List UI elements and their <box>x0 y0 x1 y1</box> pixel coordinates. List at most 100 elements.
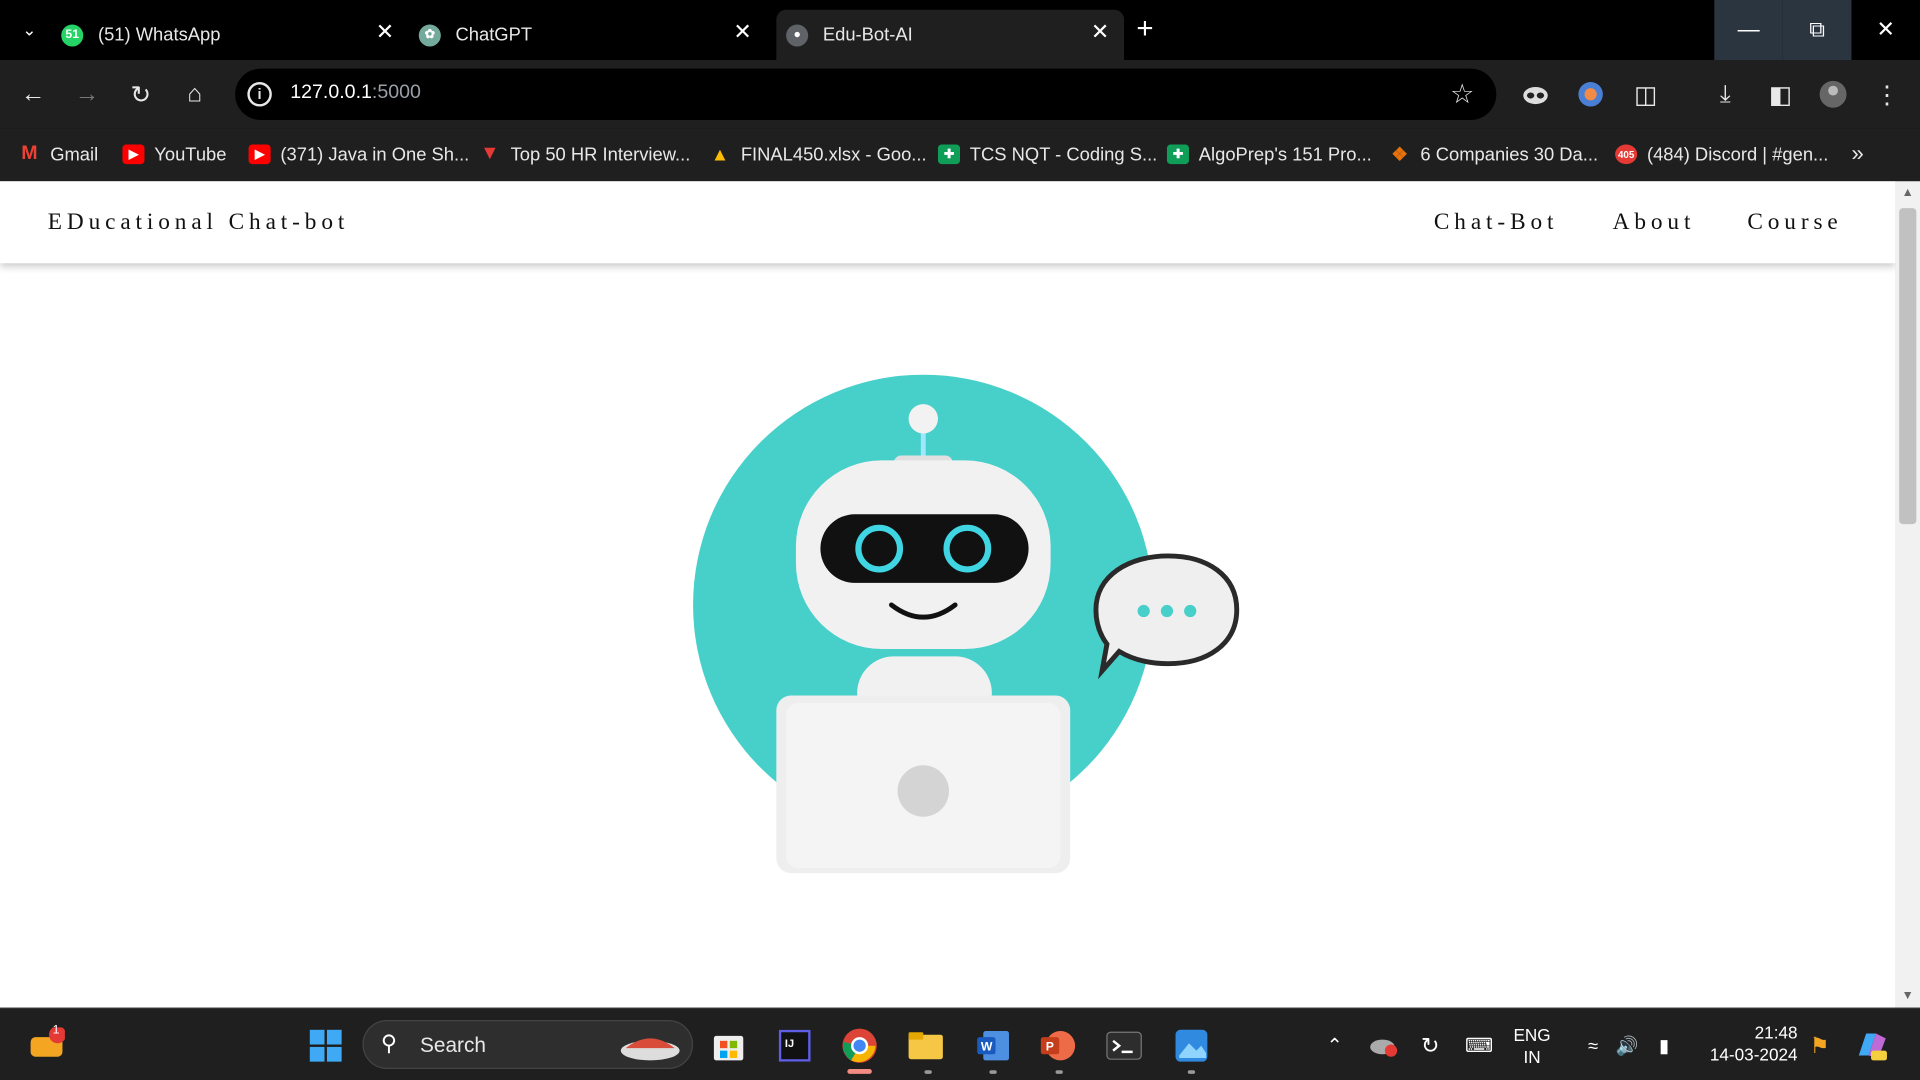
photos-icon[interactable] <box>1172 1026 1211 1065</box>
bookmark-hr-interview[interactable]: ▼ Top 50 HR Interview... <box>479 138 690 170</box>
extension-circle-icon[interactable] <box>1573 77 1607 111</box>
svg-text:IJ: IJ <box>785 1038 794 1050</box>
tab-edu-bot[interactable]: ● Edu-Bot-AI ✕ <box>776 9 1125 61</box>
site-navbar: EDucational Chat-bot Chat-Bot About Cour… <box>0 181 1896 264</box>
bookmarks-bar: M Gmail ▶ YouTube ▶ (371) Java in One Sh… <box>0 128 1920 182</box>
close-icon[interactable]: ✕ <box>376 20 394 46</box>
browser-toolbar: ← → ↻ ⌂ i 127.0.0.1:5000 ☆ ◫ ⤓ ◧ ⋮ <box>0 60 1920 129</box>
svg-text:W: W <box>981 1040 993 1054</box>
running-indicator <box>1055 1070 1063 1074</box>
more-bookmarks-icon[interactable]: » <box>1851 141 1863 167</box>
bookmark-discord[interactable]: 405 (484) Discord | #gen... <box>1615 138 1828 170</box>
widgets-icon[interactable]: 1 <box>27 1023 66 1065</box>
scroll-down-icon[interactable]: ▼ <box>1902 989 1914 1002</box>
notification-bell-icon[interactable]: ⚑ <box>1800 1026 1839 1065</box>
battery-icon[interactable]: ▮ <box>1645 1026 1684 1065</box>
new-tab-icon[interactable]: + <box>1136 14 1153 44</box>
bookmark-tcs-nqt[interactable]: ✚ TCS NQT - Coding S... <box>937 138 1157 170</box>
running-indicator <box>1187 1070 1196 1074</box>
tab-search-icon[interactable]: ⌄ <box>12 12 46 46</box>
bookmark-algoprep[interactable]: ✚ AlgoPrep's 151 Pro... <box>1166 138 1372 170</box>
taskbar-search[interactable]: ⚲ Search <box>362 1020 694 1069</box>
gmail-icon: M <box>21 143 38 165</box>
whatsapp-icon: 51 <box>61 23 84 46</box>
page-scrollbar[interactable]: ▲ ▼ <box>1895 181 1920 1008</box>
clock[interactable]: 21:48 14-03-2024 <box>1700 1021 1798 1065</box>
download-icon[interactable]: ⤓ <box>1708 77 1742 111</box>
close-window-button[interactable]: ✕ <box>1851 0 1920 60</box>
nav-about[interactable]: About <box>1613 209 1696 236</box>
start-windows-icon[interactable] <box>306 1026 345 1065</box>
nav-course[interactable]: Course <box>1747 209 1842 236</box>
running-indicator <box>989 1070 997 1074</box>
robot-illustration <box>693 374 1240 874</box>
extension-raccoon-icon[interactable] <box>1518 77 1552 111</box>
youtube-icon: ▶ <box>248 144 271 165</box>
word-icon[interactable]: W <box>973 1026 1012 1065</box>
forward-arrow-icon[interactable]: → <box>70 77 104 111</box>
restore-button[interactable]: ⧉ <box>1782 0 1852 61</box>
sheets-icon: ✚ <box>937 144 961 165</box>
pie-highlight-icon <box>620 1038 680 1061</box>
intellij-icon[interactable]: IJ <box>775 1026 814 1065</box>
close-icon[interactable]: ✕ <box>1091 20 1109 46</box>
volume-icon[interactable]: 🔊 <box>1608 1026 1647 1065</box>
minimize-button[interactable]: — <box>1714 0 1783 61</box>
extensions-puzzle-icon[interactable]: ◫ <box>1629 77 1663 111</box>
tab-title: (51) WhatsApp <box>97 24 221 46</box>
chatgpt-icon: ✿ <box>418 23 441 46</box>
active-app-indicator <box>847 1068 872 1074</box>
keyboard-icon[interactable]: ⌨ <box>1460 1026 1499 1065</box>
tab-chatgpt[interactable]: ✿ ChatGPT ✕ <box>418 10 767 60</box>
info-icon[interactable]: i <box>247 82 272 107</box>
widgets-badge: 1 <box>52 1023 60 1038</box>
drive-icon: ▲ <box>710 143 730 165</box>
youtube-icon: ▶ <box>122 144 145 165</box>
close-icon[interactable]: ✕ <box>733 20 751 46</box>
sheets-icon: ✚ <box>1166 144 1189 165</box>
reload-icon[interactable]: ↻ <box>124 77 158 111</box>
tab-whatsapp[interactable]: 51 (51) WhatsApp ✕ <box>61 10 409 60</box>
globe-icon: ● <box>786 23 809 46</box>
triangle-icon: ▼ <box>480 143 500 165</box>
tab-title: Edu-Bot-AI <box>822 24 913 46</box>
robot-visor <box>820 514 1029 583</box>
running-indicator <box>924 1070 932 1074</box>
tab-title: ChatGPT <box>455 24 533 46</box>
language-indicator[interactable]: ENG IN <box>1513 1024 1550 1068</box>
site-brand[interactable]: EDucational Chat-bot <box>48 209 349 236</box>
chrome-icon[interactable] <box>840 1026 879 1065</box>
bookmark-java-video[interactable]: ▶ (371) Java in One Sh... <box>248 138 469 170</box>
scroll-thumb[interactable] <box>1899 208 1917 525</box>
url-text[interactable]: 127.0.0.1:5000 <box>290 82 421 104</box>
copilot-icon[interactable] <box>1851 1026 1890 1065</box>
profile-avatar[interactable] <box>1816 77 1850 111</box>
bookmark-final450[interactable]: ▲ FINAL450.xlsx - Goo... <box>709 138 927 170</box>
back-arrow-icon[interactable]: ← <box>16 77 50 111</box>
bookmark-star-icon[interactable]: ☆ <box>1450 78 1474 110</box>
powerpoint-icon[interactable]: P <box>1038 1026 1077 1065</box>
terminal-icon[interactable] <box>1104 1026 1143 1065</box>
scroll-up-icon[interactable]: ▲ <box>1902 186 1914 199</box>
page-content: EDucational Chat-bot Chat-Bot About Cour… <box>0 181 1896 1008</box>
address-bar[interactable]: i 127.0.0.1:5000 ☆ <box>235 68 1497 121</box>
file-explorer-icon[interactable] <box>906 1026 945 1065</box>
home-icon[interactable]: ⌂ <box>178 77 212 111</box>
search-icon: ⚲ <box>380 1031 397 1056</box>
tab-strip: ⌄ 51 (51) WhatsApp ✕ ✿ ChatGPT ✕ ● Edu-B… <box>0 0 1920 61</box>
sync-icon[interactable]: ↻ <box>1411 1026 1450 1065</box>
menu-kebab-icon[interactable]: ⋮ <box>1870 77 1904 111</box>
ms-store-icon[interactable] <box>709 1026 748 1065</box>
tray-chevron-up-icon[interactable]: ⌃ <box>1315 1026 1354 1065</box>
onedrive-error-icon[interactable] <box>1364 1026 1403 1065</box>
antenna-ball <box>908 404 938 434</box>
side-panel-icon[interactable]: ◧ <box>1763 77 1797 111</box>
puzzle-icon: ❖ <box>1391 144 1408 166</box>
bookmark-youtube[interactable]: ▶ YouTube <box>122 138 226 170</box>
svg-text:P: P <box>1046 1040 1054 1054</box>
discord-icon: 405 <box>1615 144 1638 165</box>
bookmark-gmail[interactable]: M Gmail <box>18 138 98 170</box>
bookmark-6-companies[interactable]: ❖ 6 Companies 30 Da... <box>1389 138 1598 170</box>
laptop-logo <box>897 765 949 817</box>
nav-chat-bot[interactable]: Chat-Bot <box>1434 209 1558 236</box>
